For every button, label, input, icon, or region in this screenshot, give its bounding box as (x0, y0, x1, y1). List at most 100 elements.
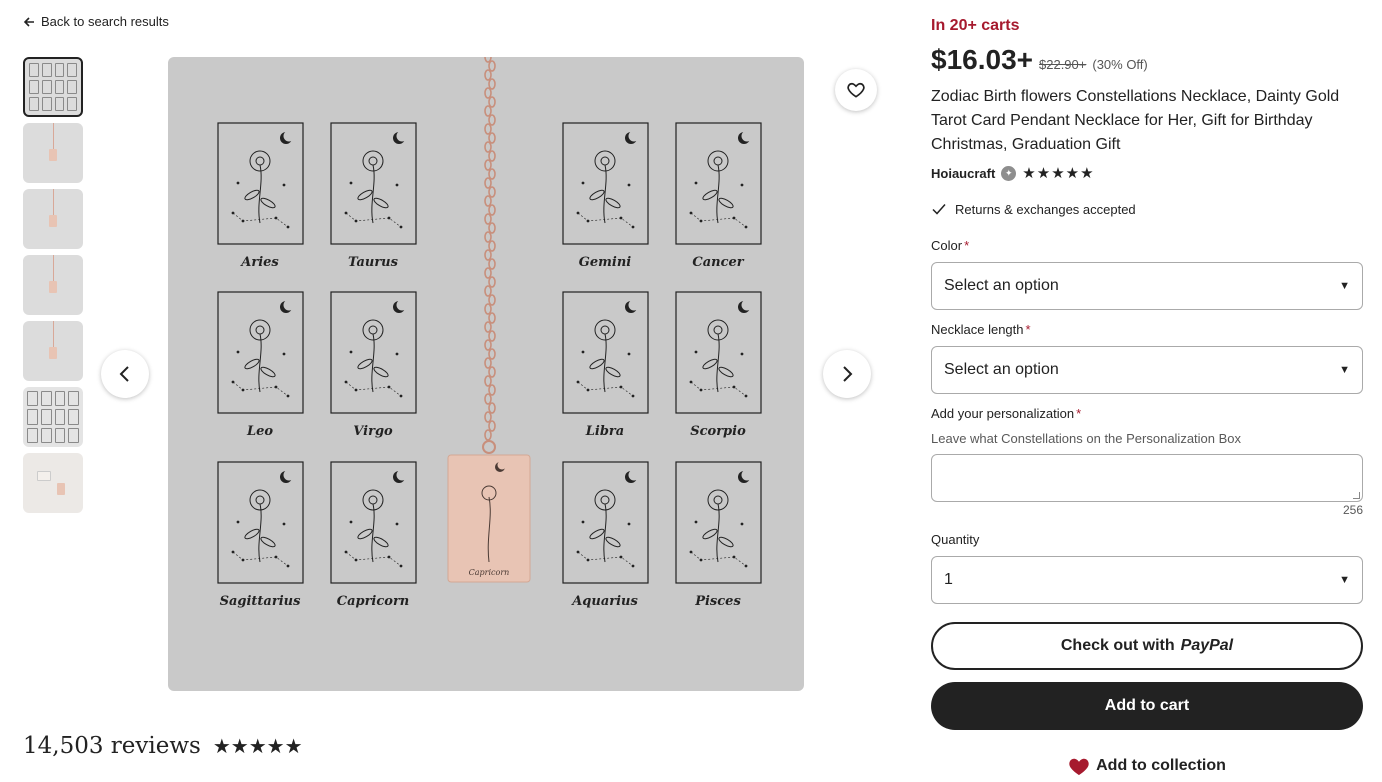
constellation-line (690, 551, 747, 567)
paypal-checkout-button[interactable]: Check out with PayPal (931, 622, 1363, 670)
chain-link (488, 384, 496, 396)
arrow-left-icon (23, 16, 34, 27)
card-label: Aries (239, 255, 279, 270)
flower-bloom (707, 319, 729, 341)
thumbnail-grid (29, 63, 77, 111)
flower-leaf (373, 366, 389, 378)
add-to-cart-button[interactable]: Add to cart (931, 682, 1363, 730)
personalization-label: Add your personalization * (931, 406, 1082, 421)
personalization-hint: Leave what Constellations on the Persona… (931, 431, 1242, 446)
constellation-star (627, 183, 631, 187)
flower-leaf (718, 197, 734, 209)
constellation-star (581, 350, 585, 354)
constellation-star (349, 181, 353, 185)
constellation-line (232, 381, 289, 397)
card-label: Capricorn (337, 594, 410, 609)
original-price: $22.90+ (1039, 57, 1087, 72)
back-link-label: Back to search results (41, 14, 169, 29)
card-label: Taurus (348, 255, 399, 270)
thumbnail-2[interactable] (23, 123, 83, 183)
chain-link (484, 393, 492, 405)
caret-down-icon: ▼ (1339, 364, 1350, 376)
chain-link (488, 276, 496, 288)
flower-leaf (260, 536, 276, 548)
constellation-line (345, 212, 402, 228)
previous-image-button[interactable] (101, 350, 149, 398)
card-label: Pisces (694, 594, 741, 609)
flower-leaf (260, 197, 276, 209)
flower-bloom (594, 150, 616, 172)
constellation-star (627, 522, 631, 526)
constellation-star (740, 183, 744, 187)
product-photo: Aries Taurus Gemini Cancer Leo Virgo Libra Scor… (217, 57, 762, 609)
thumbnail-6[interactable] (23, 387, 83, 447)
add-to-collection-button[interactable]: Add to collection (931, 752, 1363, 780)
flower-stem (716, 164, 720, 224)
shop-name-link[interactable]: Hoiaucraft (931, 166, 995, 181)
thumbnail-strip (23, 57, 83, 513)
reviews-count: 14,503 reviews (23, 733, 201, 759)
flower-leaf (702, 358, 718, 370)
chain-link (488, 132, 496, 144)
thumbnail-4[interactable] (23, 255, 83, 315)
chain-link (488, 168, 496, 180)
caret-down-icon: ▼ (1339, 280, 1350, 292)
flower-leaf (718, 536, 734, 548)
next-image-button[interactable] (823, 350, 871, 398)
chain-link (488, 312, 496, 324)
flower-bloom (249, 489, 271, 511)
flower-leaf (589, 528, 605, 540)
chain-link (484, 123, 492, 135)
thumbnail-5[interactable] (23, 321, 83, 381)
card-label: Gemini (579, 255, 632, 270)
current-price: $16.03+ (931, 44, 1033, 75)
thumbnail-3[interactable] (23, 189, 83, 249)
quantity-select[interactable]: 1 ▼ (931, 556, 1363, 604)
chain-link (484, 213, 492, 225)
favorite-button[interactable] (835, 69, 877, 111)
back-to-search-link[interactable]: Back to search results (23, 14, 169, 29)
product-page: Back to search results Aries Taurus Gemini… (0, 0, 1382, 782)
chain-link (484, 141, 492, 153)
chain-link (488, 96, 496, 108)
flower-bloom (594, 319, 616, 341)
quantity-value: 1 (944, 571, 953, 588)
add-to-collection-label: Add to collection (1096, 757, 1226, 774)
color-select[interactable]: Select an option ▼ (931, 262, 1363, 310)
chain-link (488, 366, 496, 378)
thumbnail-7[interactable] (23, 453, 83, 513)
thumbnail-1[interactable] (23, 57, 83, 117)
flower-bloom (362, 489, 384, 511)
constellation-star (694, 350, 698, 354)
necklace-length-label: Necklace length * (931, 322, 1031, 337)
color-select-value: Select an option (944, 277, 1059, 294)
chain-link (484, 105, 492, 117)
flower-leaf (605, 197, 621, 209)
chain-link (488, 348, 496, 360)
constellation-star (236, 350, 240, 354)
personalization-input[interactable] (931, 454, 1363, 502)
pendant-label: Capricorn (469, 568, 510, 577)
chevron-left-icon (119, 366, 129, 382)
chain-link (484, 195, 492, 207)
flower-stem (716, 333, 720, 393)
chain-link (484, 87, 492, 99)
reviews-stars: ★★★★★ (212, 735, 303, 758)
card-label: Sagittarius (220, 594, 302, 609)
constellation-star (581, 520, 585, 524)
flower-leaf (589, 358, 605, 370)
chain-link (488, 204, 496, 216)
personalization-char-count: 256 (1342, 503, 1363, 517)
chain-link (484, 177, 492, 189)
chain-link (484, 249, 492, 261)
constellation-star (581, 181, 585, 185)
paypal-logo: PayPal (1180, 637, 1234, 654)
flower-leaf (260, 366, 276, 378)
constellation-line (345, 381, 402, 397)
constellation-line (577, 551, 634, 567)
constellation-star (395, 522, 399, 526)
constellation-star (282, 183, 286, 187)
necklace-length-select[interactable]: Select an option ▼ (931, 346, 1363, 394)
returns-label: Returns & exchanges accepted (955, 201, 1136, 217)
flower-leaf (373, 197, 389, 209)
